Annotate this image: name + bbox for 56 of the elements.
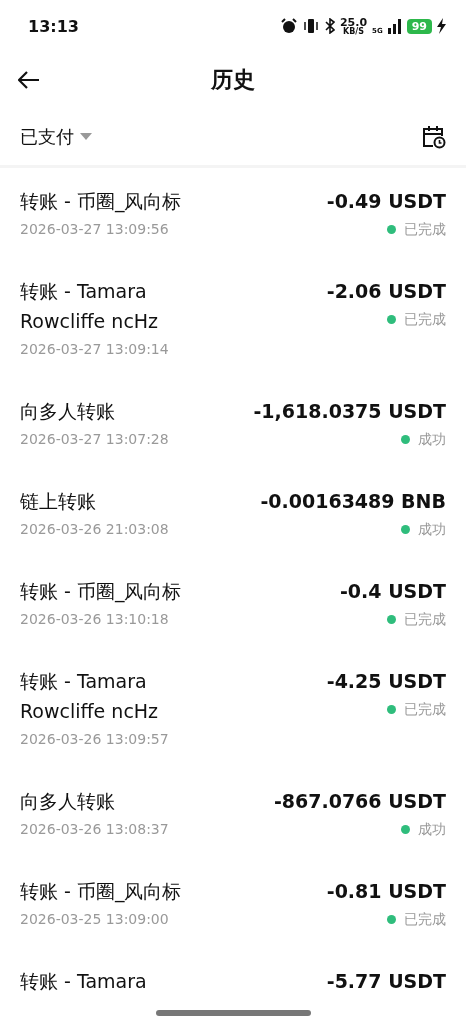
transaction-title: 转账 - Tamara Rowcliffe ncHz (20, 669, 160, 724)
transaction-title: 转账 - Tamara Rowcliffe ncHz (20, 279, 160, 334)
transaction-status: 已完成 (404, 910, 446, 929)
transaction-date: 2026-03-26 13:10:18 (20, 610, 170, 629)
network-speed: 25.0 (339, 16, 368, 28)
transaction-title: 链上转账 (20, 489, 97, 514)
transaction-amount: -4.25 USDT (326, 669, 446, 694)
transaction-title: 转账 - 币圈_风向标 (20, 879, 183, 905)
calendar-clock-icon[interactable] (422, 124, 446, 149)
speed-unit: KB/S (343, 27, 364, 36)
bluetooth-icon (324, 18, 335, 34)
transaction-date: 2026-03-27 13:09:56 (20, 220, 170, 239)
transaction-title: 向多人转账 (20, 399, 116, 424)
transaction-date: 2026-03-25 13:09:00 (20, 910, 170, 929)
transaction-date: 2026-03-26 13:08:37 (20, 820, 170, 839)
battery-level: 99 (406, 18, 432, 34)
transaction-date: 2026-03-27 13:09:14 (20, 340, 170, 359)
back-arrow-icon[interactable] (18, 71, 40, 89)
transaction-amount: -0.81 USDT (326, 879, 446, 904)
transaction-amount: -0.00163489 BNB (260, 489, 446, 514)
transaction-amount: -1,618.0375 USDT (253, 399, 446, 424)
transaction-status: 已完成 (404, 610, 446, 629)
transaction-title: 转账 - 币圈_风向标 (20, 579, 183, 605)
transaction-date: 2026-03-27 13:07:28 (20, 430, 170, 449)
status-dot (387, 314, 396, 324)
alarm-icon (280, 18, 297, 34)
status-filter-dropdown[interactable]: 已支付 (20, 124, 92, 149)
transaction-amount: -0.4 USDT (340, 579, 446, 604)
transaction-amount: -867.0766 USDT (273, 789, 446, 814)
status-dot (387, 704, 396, 714)
caret-icon (80, 132, 92, 141)
status-time: 13:13 (28, 16, 79, 36)
signal-icon (387, 18, 402, 34)
transaction-amount: -5.77 USDT (326, 969, 446, 994)
transaction-status: 已完成 (404, 220, 446, 239)
transaction-amount: -2.06 USDT (326, 279, 446, 304)
transaction-status: 已完成 (404, 700, 446, 719)
status-dot (387, 224, 396, 234)
transaction-status: 成功 (418, 820, 446, 839)
transaction-title: 转账 - 币圈_风向标 (20, 189, 183, 215)
transaction-title: 转账 - Tamara (20, 969, 148, 994)
transaction-status: 成功 (418, 520, 446, 539)
status-dot (401, 524, 410, 534)
vibrate-icon (301, 18, 320, 34)
status-dot (401, 434, 410, 444)
status-dot (401, 824, 410, 834)
transaction-status: 成功 (418, 430, 446, 449)
transaction-date: 2026-03-26 21:03:08 (20, 520, 170, 539)
charging-icon (437, 18, 446, 34)
transaction-date: 2026-03-26 13:09:57 (20, 730, 170, 749)
page-title: 历史 (211, 66, 255, 94)
status-dot (387, 914, 396, 924)
transaction-status: 已完成 (404, 310, 446, 329)
transaction-amount: -0.49 USDT (326, 189, 446, 214)
status-dot (387, 614, 396, 624)
transaction-title: 向多人转账 (20, 789, 116, 814)
